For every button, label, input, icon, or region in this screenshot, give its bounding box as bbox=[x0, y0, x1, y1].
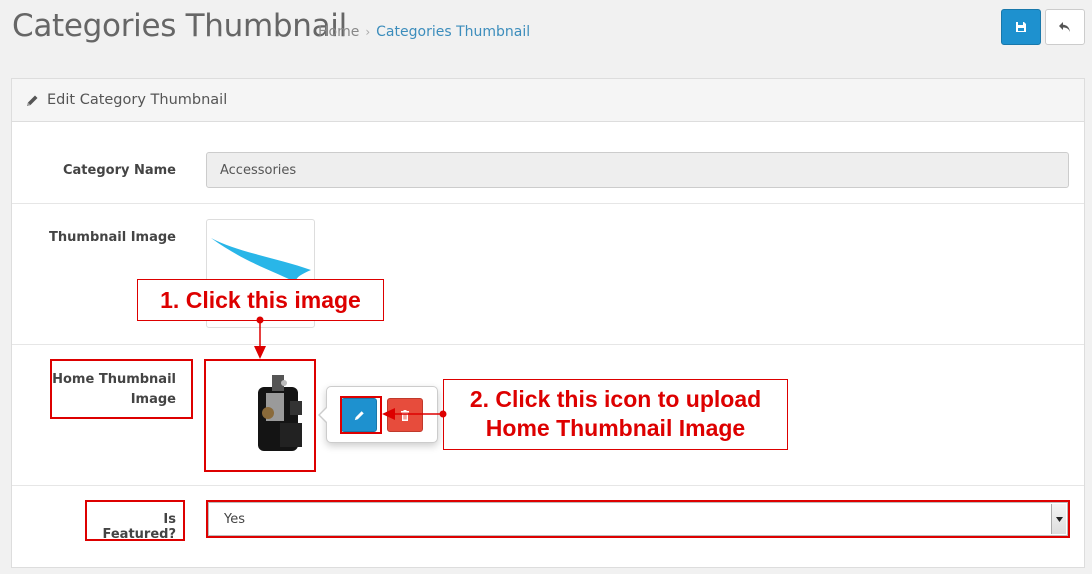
home-thumbnail-label: Home Thumbnail Image bbox=[52, 370, 176, 410]
breadcrumb-home[interactable]: Home bbox=[318, 24, 359, 40]
is-featured-select-highlight bbox=[206, 500, 1070, 538]
thumbnail-image-row: Thumbnail Image bbox=[12, 204, 1084, 345]
pencil-icon bbox=[27, 95, 38, 106]
home-thumbnail-label-line2: Image bbox=[130, 392, 176, 407]
home-thumbnail-highlight bbox=[204, 359, 316, 472]
edit-panel: Edit Category Thumbnail Category Name Ac… bbox=[11, 78, 1085, 568]
category-name-row: Category Name Accessories bbox=[12, 122, 1084, 204]
thumbnail-image-label: Thumbnail Image bbox=[49, 230, 176, 245]
panel-heading: Edit Category Thumbnail bbox=[12, 79, 1084, 122]
panel-heading-text: Edit Category Thumbnail bbox=[47, 92, 228, 108]
edit-button-highlight bbox=[340, 396, 382, 434]
page-title: Categories Thumbnail bbox=[12, 8, 347, 44]
step2-line1: 2. Click this icon to upload bbox=[469, 386, 762, 412]
breadcrumb-separator: › bbox=[365, 25, 371, 39]
back-button[interactable] bbox=[1045, 9, 1085, 45]
is-featured-label-box bbox=[85, 500, 185, 541]
step2-callout: 2. Click this icon to upload Home Thumbn… bbox=[443, 379, 788, 450]
home-thumbnail-label-line1: Home Thumbnail bbox=[52, 372, 176, 387]
step1-callout: 1. Click this image bbox=[137, 279, 384, 321]
save-button[interactable] bbox=[1001, 9, 1041, 45]
reply-icon bbox=[1059, 21, 1070, 32]
breadcrumb: Home › Categories Thumbnail bbox=[318, 24, 530, 40]
step2-line2: Home Thumbnail Image bbox=[485, 415, 746, 441]
category-name-input: Accessories bbox=[206, 152, 1069, 188]
save-icon bbox=[1016, 22, 1026, 32]
delete-image-button[interactable] bbox=[387, 398, 423, 432]
popover-arrow bbox=[318, 406, 328, 424]
breadcrumb-current[interactable]: Categories Thumbnail bbox=[376, 24, 530, 40]
category-name-label: Category Name bbox=[62, 163, 176, 178]
trash-icon bbox=[401, 409, 409, 421]
